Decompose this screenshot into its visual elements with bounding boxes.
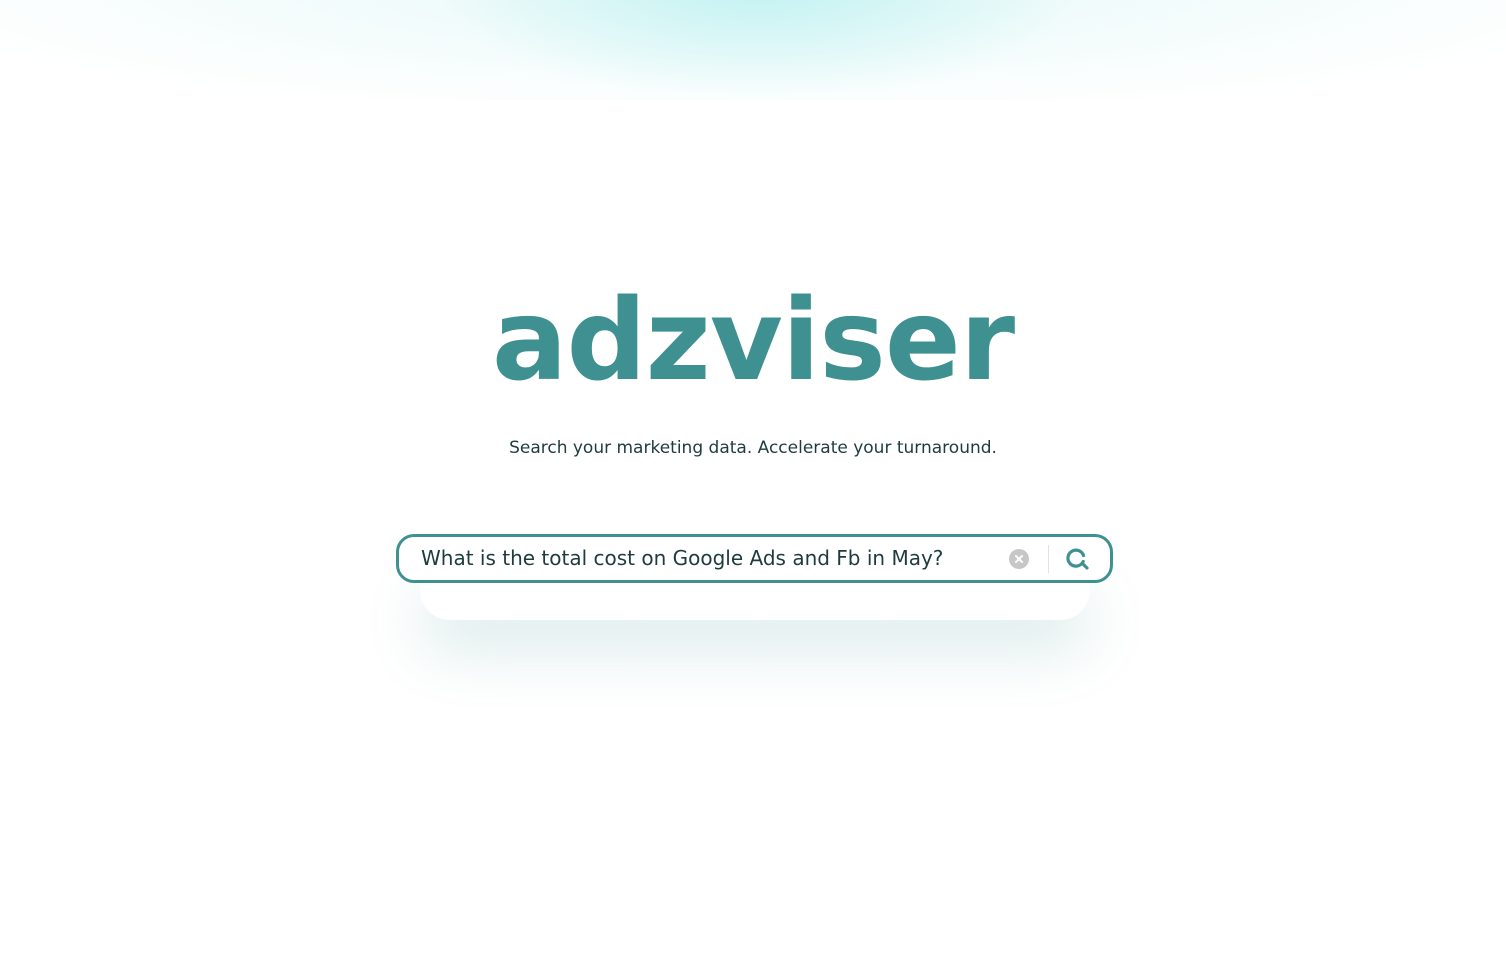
search-icon xyxy=(1066,548,1089,570)
tagline: Search your marketing data. Accelerate y… xyxy=(509,438,997,458)
search-divider xyxy=(1048,545,1049,573)
top-gradient-glow xyxy=(0,0,1506,100)
clear-search-button[interactable] xyxy=(1009,549,1029,569)
search-input[interactable] xyxy=(421,537,1001,580)
search-bar xyxy=(396,534,1113,583)
landing-page: adzviser Search your marketing data. Acc… xyxy=(0,0,1506,975)
search-submit-button[interactable] xyxy=(1065,546,1091,572)
adzviser-logo: adzviser xyxy=(491,276,1015,406)
close-icon xyxy=(1015,555,1023,563)
